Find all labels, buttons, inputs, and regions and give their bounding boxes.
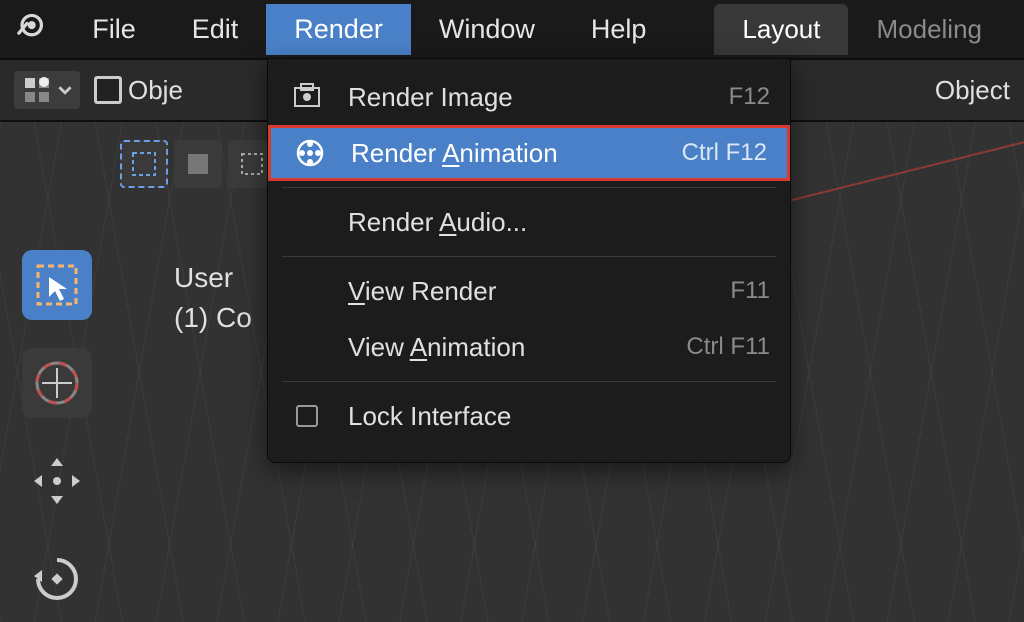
menu-item-render-animation[interactable]: Render Animation Ctrl F12: [268, 125, 790, 181]
menu-item-view-render[interactable]: View Render F11: [268, 263, 790, 319]
menu-item-render-image[interactable]: Render Image F12: [268, 69, 790, 125]
select-mode-edge[interactable]: [174, 140, 222, 188]
menu-item-lock-interface[interactable]: Lock Interface: [268, 388, 790, 444]
workspace-tab-modeling[interactable]: Modeling: [848, 4, 1010, 55]
editor-type-dropdown[interactable]: [14, 71, 80, 109]
menu-separator: [282, 381, 776, 382]
object-mode-label: Obje: [128, 75, 183, 106]
chevron-down-icon: [58, 83, 72, 97]
viewport-collection-label: (1) Co: [174, 298, 252, 338]
render-dropdown-menu: Render Image F12 Render Animation Ctrl F…: [267, 58, 791, 463]
render-animation-label: Render Animation: [351, 138, 682, 169]
menu-render[interactable]: Render: [266, 4, 411, 55]
checkbox-icon: [288, 405, 326, 427]
view-animation-shortcut: Ctrl F11: [686, 333, 770, 361]
select-mode-vertex[interactable]: [120, 140, 168, 188]
view-render-shortcut: F11: [730, 277, 770, 305]
menu-help[interactable]: Help: [563, 4, 675, 55]
object-menu-label[interactable]: Object: [935, 75, 1010, 106]
workspace-tab-layout[interactable]: Layout: [714, 4, 848, 55]
main-menu-bar: File Edit Render Window Help Layout Mode…: [0, 0, 1024, 58]
tool-cursor[interactable]: [22, 348, 92, 418]
menu-separator: [282, 187, 776, 188]
render-audio-label: Render Audio...: [348, 207, 770, 238]
viewport-overlay-text: User (1) Co: [174, 258, 252, 338]
render-animation-shortcut: Ctrl F12: [682, 139, 767, 167]
menu-window[interactable]: Window: [411, 4, 563, 55]
render-image-icon: [288, 82, 326, 112]
grid-icon: [22, 75, 52, 105]
menu-item-view-animation[interactable]: View Animation Ctrl F11: [268, 319, 790, 375]
menu-file[interactable]: File: [64, 4, 164, 55]
tool-move[interactable]: [22, 446, 92, 516]
menu-item-render-audio[interactable]: Render Audio...: [268, 194, 790, 250]
menu-edit[interactable]: Edit: [164, 4, 267, 55]
toolbar: [22, 250, 92, 614]
render-image-shortcut: F12: [729, 83, 770, 111]
tool-rotate[interactable]: [22, 544, 92, 614]
render-image-label: Render Image: [348, 82, 729, 113]
viewport-perspective-label: User: [174, 258, 252, 298]
tool-select-box[interactable]: [22, 250, 92, 320]
interaction-mode-dropdown[interactable]: Obje: [94, 75, 183, 106]
view-render-label: View Render: [348, 276, 730, 307]
menu-separator: [282, 256, 776, 257]
render-animation-icon: [291, 138, 329, 168]
view-animation-label: View Animation: [348, 332, 686, 363]
lock-interface-label: Lock Interface: [348, 401, 770, 432]
blender-logo-icon[interactable]: [14, 9, 46, 49]
object-mode-icon: [94, 76, 122, 104]
